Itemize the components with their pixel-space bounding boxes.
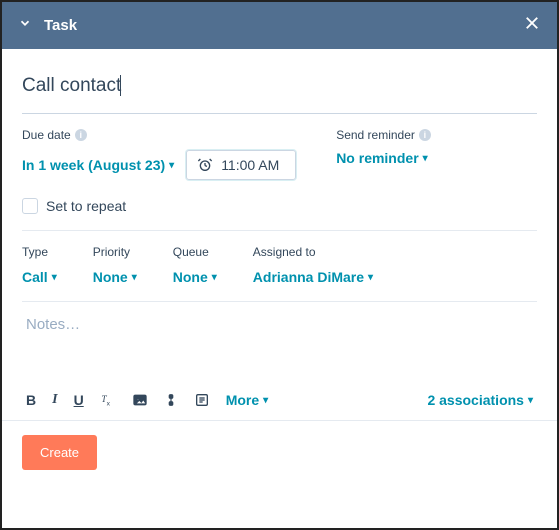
queue-select[interactable]: None▾ (173, 269, 217, 285)
info-icon[interactable]: i (419, 129, 431, 141)
due-date-label: Due date i (22, 128, 296, 142)
info-icon[interactable]: i (75, 129, 87, 141)
panel-header: Task (2, 2, 557, 49)
bold-button[interactable]: B (26, 392, 36, 408)
image-button[interactable] (132, 392, 148, 408)
panel-footer: Create (2, 420, 557, 484)
assigned-to-label: Assigned to (253, 245, 373, 259)
caret-down-icon: ▾ (212, 272, 217, 283)
type-label: Type (22, 245, 57, 259)
priority-label: Priority (93, 245, 137, 259)
due-date-select[interactable]: In 1 week (August 23)▾ (22, 157, 174, 173)
time-value: 11:00 AM (221, 157, 279, 173)
task-title-field[interactable]: Call contact (22, 69, 537, 114)
create-button[interactable]: Create (22, 435, 97, 470)
send-reminder-select[interactable]: No reminder▾ (336, 150, 428, 166)
clear-format-button[interactable]: Tx (100, 392, 116, 408)
caret-down-icon: ▾ (263, 395, 268, 406)
task-title-input[interactable]: Call contact (22, 75, 121, 96)
queue-label: Queue (173, 245, 217, 259)
assigned-to-select[interactable]: Adrianna DiMare▾ (253, 269, 373, 285)
close-icon[interactable] (523, 14, 541, 37)
more-button[interactable]: More▾ (226, 392, 268, 408)
notes-placeholder: Notes… (26, 316, 80, 333)
chevron-down-icon[interactable] (18, 16, 32, 35)
divider (22, 230, 537, 231)
underline-button[interactable]: U (74, 392, 84, 408)
caret-down-icon: ▾ (423, 153, 428, 164)
time-input[interactable]: 11:00 AM (186, 150, 296, 180)
alarm-clock-icon (197, 157, 213, 173)
notes-editor[interactable]: Notes… (22, 302, 537, 386)
caret-down-icon: ▾ (132, 272, 137, 283)
caret-down-icon: ▾ (528, 395, 533, 406)
editor-toolbar: B I U Tx More▾ 2 associations▾ (22, 386, 537, 420)
caret-down-icon: ▾ (368, 272, 373, 283)
caret-down-icon: ▾ (52, 272, 57, 283)
repeat-label: Set to repeat (46, 198, 126, 214)
repeat-checkbox[interactable] (22, 198, 38, 214)
link-button[interactable] (164, 392, 178, 408)
associations-select[interactable]: 2 associations▾ (427, 392, 533, 408)
svg-text:x: x (106, 400, 110, 407)
priority-select[interactable]: None▾ (93, 269, 137, 285)
italic-button[interactable]: I (52, 392, 57, 408)
caret-down-icon: ▾ (169, 160, 174, 171)
send-reminder-label: Send reminder i (336, 128, 431, 142)
type-select[interactable]: Call▾ (22, 269, 57, 285)
snippet-button[interactable] (194, 392, 210, 408)
panel-title: Task (44, 17, 77, 34)
